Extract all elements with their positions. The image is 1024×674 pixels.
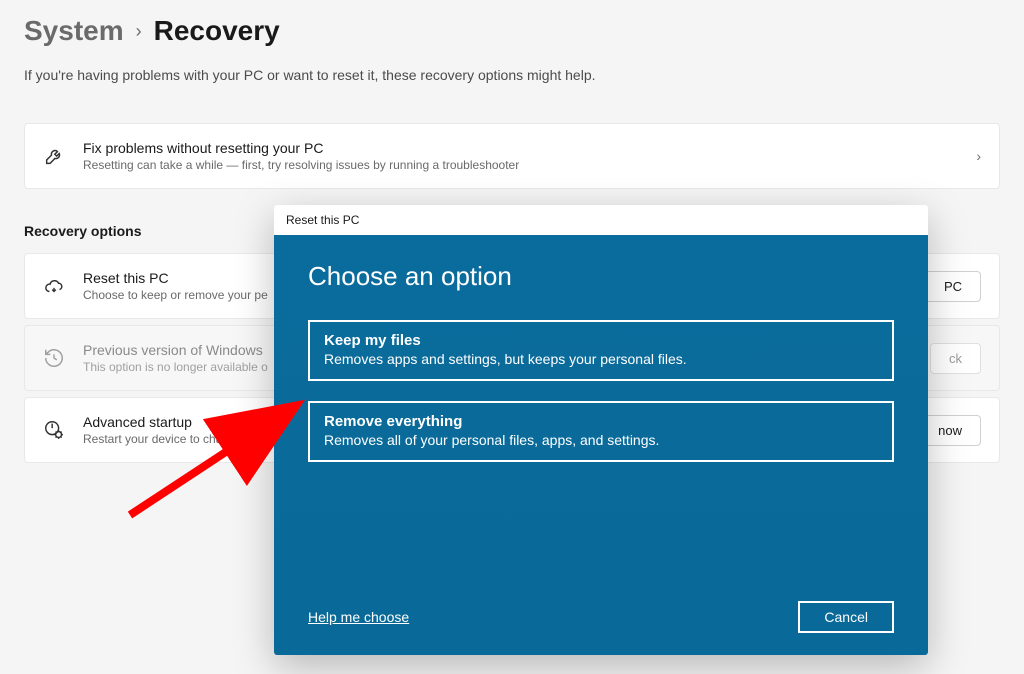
option-desc: Removes all of your personal files, apps…	[324, 432, 878, 448]
chevron-right-icon: ›	[136, 21, 142, 42]
dialog-body: Choose an option Keep my files Removes a…	[274, 235, 928, 655]
fix-problems-card[interactable]: Fix problems without resetting your PC R…	[24, 123, 1000, 189]
help-me-choose-link[interactable]: Help me choose	[308, 609, 409, 625]
breadcrumb-current: Recovery	[154, 15, 280, 47]
option-desc: Removes apps and settings, but keeps you…	[324, 351, 878, 367]
restart-now-button[interactable]: now	[919, 415, 981, 446]
dialog-title-bar: Reset this PC	[274, 205, 928, 235]
option-remove-everything[interactable]: Remove everything Removes all of your pe…	[308, 401, 894, 462]
fix-problems-text: Fix problems without resetting your PC R…	[83, 140, 958, 172]
intro-text: If you're having problems with your PC o…	[24, 67, 1000, 83]
power-gear-icon	[43, 419, 65, 441]
breadcrumb-root[interactable]: System	[24, 15, 124, 47]
dialog-footer: Help me choose Cancel	[308, 601, 894, 633]
option-keep-my-files[interactable]: Keep my files Removes apps and settings,…	[308, 320, 894, 381]
chevron-right-icon: ›	[976, 148, 981, 164]
option-title: Keep my files	[324, 332, 878, 349]
fix-problems-title: Fix problems without resetting your PC	[83, 140, 958, 156]
cloud-reset-icon	[43, 275, 65, 297]
dialog-heading: Choose an option	[308, 261, 894, 292]
reset-pc-dialog: Reset this PC Choose an option Keep my f…	[274, 205, 928, 655]
reset-pc-button[interactable]: PC	[925, 271, 981, 302]
cancel-button[interactable]: Cancel	[798, 601, 894, 633]
option-title: Remove everything	[324, 413, 878, 430]
wrench-icon	[43, 145, 65, 167]
fix-problems-desc: Resetting can take a while — first, try …	[83, 158, 958, 172]
go-back-button: ck	[930, 343, 981, 374]
breadcrumb: System › Recovery	[24, 15, 1000, 47]
history-icon	[43, 347, 65, 369]
